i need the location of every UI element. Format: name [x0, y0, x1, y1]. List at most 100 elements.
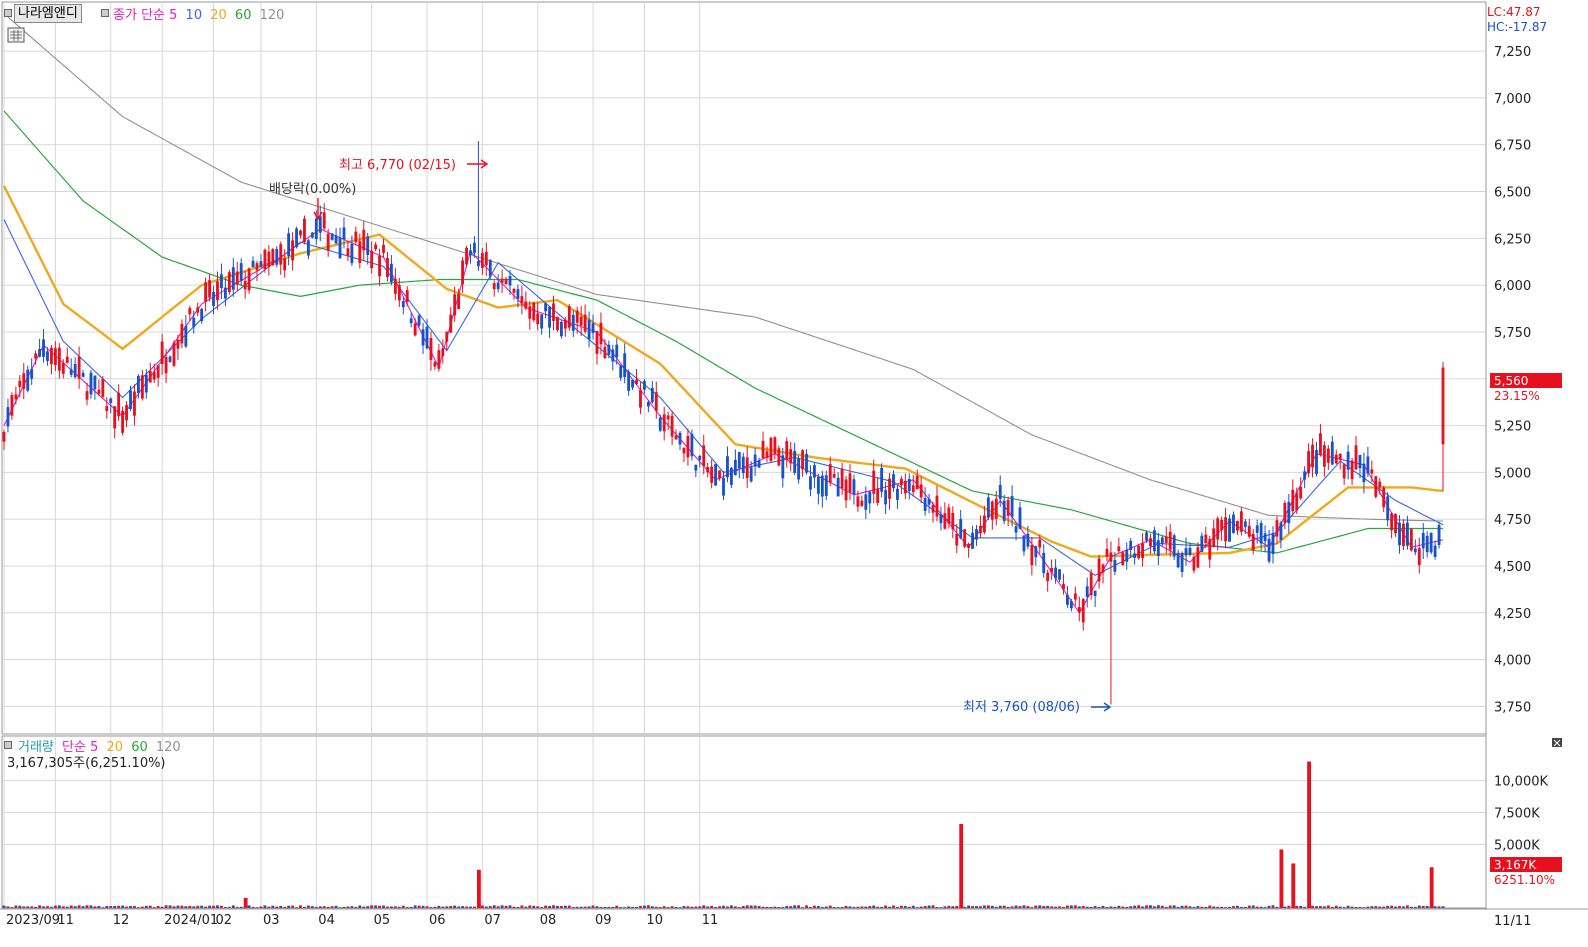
volume-bar: [1409, 906, 1413, 908]
ma20-legend[interactable]: 20: [210, 8, 227, 23]
volume-bar: [42, 906, 45, 908]
low-annotation: 최저 3,760 (08/06): [963, 700, 1080, 715]
candle-body: [583, 314, 587, 332]
volume-bar: [1382, 906, 1386, 908]
price-tick-label: 7,000: [1494, 92, 1531, 107]
volume-bar: [306, 905, 310, 908]
candle-body: [662, 414, 666, 432]
volume-summary: 3,167,305주(6,251.10%): [7, 756, 166, 771]
candle-body: [824, 475, 828, 496]
ma60-legend[interactable]: 60: [235, 8, 252, 23]
volume-bar: [469, 906, 472, 908]
volume-bar: [1077, 906, 1081, 908]
volume-bar: [769, 906, 773, 908]
volume-bar: [22, 906, 26, 908]
candle-body: [1311, 444, 1314, 468]
candle-body: [623, 353, 627, 377]
candle-body: [125, 405, 128, 421]
indicator-handle-icon[interactable]: [101, 9, 109, 17]
volume-bar: [1429, 867, 1434, 908]
candle-body: [1204, 534, 1208, 544]
volume-bar: [781, 907, 785, 908]
volume-bar: [263, 905, 267, 908]
volume-bar: [1224, 907, 1227, 908]
volume-bar: [805, 905, 808, 908]
volume-bar: [979, 906, 982, 908]
candle-body: [1184, 548, 1188, 556]
candle-body: [208, 280, 211, 298]
candle-body: [575, 310, 579, 323]
volume-bar: [666, 907, 670, 908]
ma5-legend[interactable]: 5: [169, 8, 177, 23]
candle-body: [492, 283, 496, 290]
candle-body: [1437, 525, 1441, 545]
volume-bar: [1069, 905, 1073, 908]
candle-body: [1390, 513, 1394, 531]
candle-body: [89, 372, 93, 395]
candle-body: [453, 294, 457, 316]
volume-bar: [1137, 905, 1141, 908]
volume-bar: [975, 906, 978, 908]
candle-body: [635, 379, 638, 385]
candle-body: [109, 398, 113, 403]
candle-body: [461, 260, 465, 285]
candle-body: [93, 375, 97, 390]
volume-bar: [1026, 906, 1030, 908]
volume-bar: [1066, 905, 1069, 908]
candle-body: [994, 498, 998, 519]
ma10-legend[interactable]: 10: [186, 8, 203, 23]
candle-body: [330, 233, 334, 240]
candle-body: [314, 218, 318, 240]
candle-body: [903, 480, 907, 494]
volume-handle-icon[interactable]: [4, 741, 12, 749]
candle-body: [1374, 476, 1378, 497]
volume-bar: [824, 906, 828, 908]
menu-handle-icon[interactable]: [4, 9, 12, 17]
candle-body: [1394, 514, 1397, 534]
candle-body: [1358, 454, 1362, 469]
candle-body: [1307, 451, 1311, 474]
volume-bar: [729, 905, 733, 908]
volume-bar: [334, 905, 338, 908]
volume-bar: [121, 905, 125, 908]
candle-body: [856, 496, 860, 507]
candle-body: [1232, 514, 1235, 534]
candle-body: [53, 348, 57, 366]
volume-bar: [793, 905, 797, 908]
candle-body: [1164, 536, 1168, 543]
volume-bar: [911, 905, 915, 908]
candle-body: [362, 229, 366, 251]
volume-bar: [445, 906, 449, 908]
candle-body: [105, 406, 109, 411]
candle-body: [433, 362, 437, 367]
volume-bar: [1326, 905, 1330, 908]
volume-bar: [1042, 905, 1046, 908]
candle-body: [805, 453, 808, 473]
volume-bar: [1184, 905, 1188, 908]
candle-body: [761, 440, 765, 459]
candle-body: [346, 248, 350, 257]
stock-chart: 3,7504,0004,2504,5004,7505,0005,2505,500…: [0, 1, 1588, 929]
volume-bar: [500, 905, 504, 908]
volume-bar: [1172, 905, 1176, 908]
volume-bar: [168, 905, 172, 908]
candle-body: [425, 326, 429, 349]
volume-bar: [65, 906, 69, 908]
volume-bar: [1425, 905, 1429, 908]
candle-body: [643, 380, 646, 390]
volume-bar: [907, 906, 911, 908]
candle-body: [544, 303, 548, 312]
volume-bar: [532, 905, 536, 908]
candle-body: [176, 339, 180, 349]
volume-bar: [927, 905, 931, 908]
stock-name-button[interactable]: 나라엠앤디: [14, 4, 82, 23]
volume-bar: [267, 906, 271, 908]
volume-bar: [299, 905, 302, 908]
volume-bar: [117, 905, 121, 908]
candle-body: [1077, 607, 1081, 613]
candle-body: [1279, 522, 1283, 541]
candle-body: [1398, 522, 1401, 546]
candle-body: [180, 323, 184, 344]
ma120-legend[interactable]: 120: [260, 8, 285, 23]
candle-body: [781, 455, 785, 479]
